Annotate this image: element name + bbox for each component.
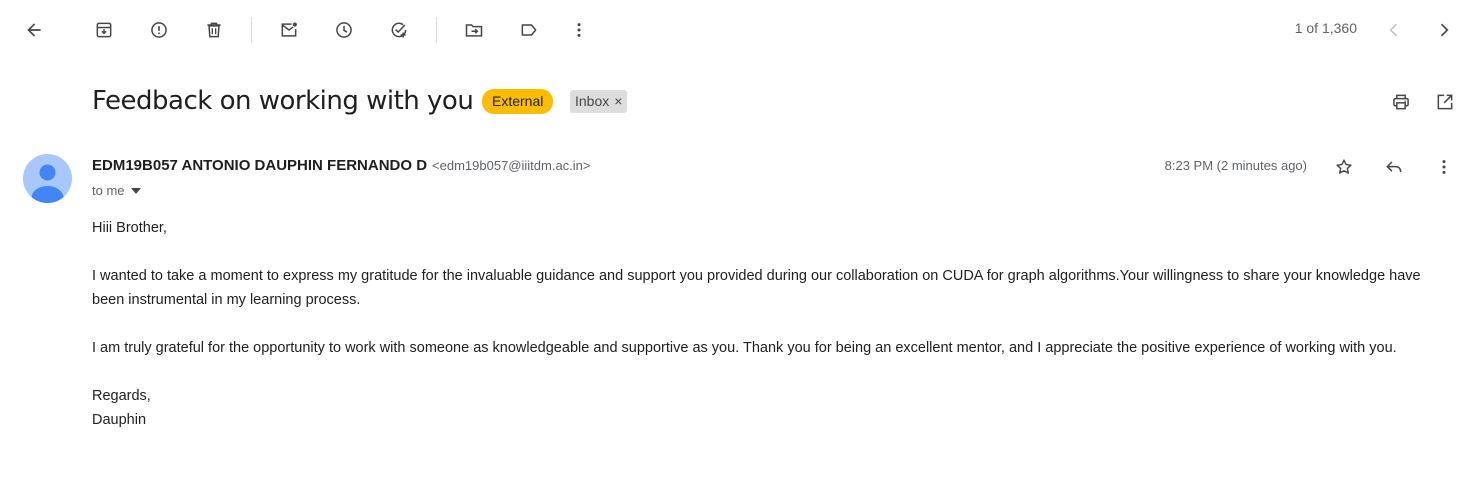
body-paragraph: Dauphin [92,412,147,428]
more-vertical-icon [577,23,581,37]
label-button[interactable] [513,14,545,46]
archive-button[interactable] [88,14,120,46]
avatar[interactable] [23,154,72,203]
message-more-button[interactable] [1428,151,1460,183]
person-icon [31,164,64,203]
label-inbox-text: Inbox [575,93,610,109]
delete-button[interactable] [198,14,230,46]
open-in-new-icon [1437,94,1453,110]
chevron-right-icon [1440,23,1449,37]
clock-icon [336,22,352,38]
toolbar-divider [251,17,252,43]
next-button[interactable] [1428,14,1460,46]
toolbar: 1 of 1,360 [0,0,1470,58]
more-vertical-icon [1442,160,1446,174]
mark-unread-button[interactable] [273,14,305,46]
star-button[interactable] [1328,151,1360,183]
trash-icon [207,22,221,38]
previous-button[interactable] [1378,14,1410,46]
print-icon [1393,94,1409,110]
message-time: 8:23 PM (2 minutes ago) [1164,158,1307,173]
archive-icon [96,22,112,38]
sender[interactable]: EDM19B057 ANTONIO DAUPHIN FERNANDO D <edm… [92,157,591,174]
body-paragraph: I wanted to take a moment to express my … [92,268,1421,308]
chevron-left-icon [1389,23,1398,37]
email-view: 1 of 1,360 Feedback on working with you … [0,0,1470,477]
sender-name: EDM19B057 ANTONIO DAUPHIN FERNANDO D [92,157,428,174]
email-subject: Feedback on working with you [92,86,474,116]
recipient-details[interactable]: to me [92,183,141,198]
add-task-button[interactable] [383,14,415,46]
label-icon [521,24,537,36]
body-paragraph: Regards, [92,388,151,404]
back-button[interactable] [18,14,50,46]
body-paragraph: Hiii Brother, [92,220,167,236]
toolbar-divider [436,17,437,43]
star-icon [1336,159,1352,174]
mark-unread-icon [281,22,297,37]
snooze-button[interactable] [328,14,360,46]
more-options-button[interactable] [563,14,595,46]
sender-email: <edm19b057@iiitdm.ac.in> [432,158,591,173]
body-paragraph: I am truly grateful for the opportunity … [92,340,1397,356]
move-to-button[interactable] [458,14,490,46]
reply-button[interactable] [1378,151,1410,183]
add-task-icon [391,22,407,38]
message-counter: 1 of 1,360 [1294,20,1357,36]
recipient-text: to me [92,183,125,198]
report-spam-button[interactable] [143,14,175,46]
arrow-left-icon [27,23,41,37]
label-external[interactable]: External [482,89,554,114]
label-inbox[interactable]: Inbox × [570,90,628,113]
message-body: Hiii Brother, I wanted to take a moment … [92,216,1442,432]
print-button[interactable] [1385,86,1417,118]
report-spam-icon [151,22,167,38]
open-new-window-button[interactable] [1429,86,1461,118]
reply-icon [1386,161,1402,173]
remove-label-icon[interactable]: × [614,90,622,113]
caret-down-icon [130,187,141,194]
move-to-folder-icon [465,24,483,37]
